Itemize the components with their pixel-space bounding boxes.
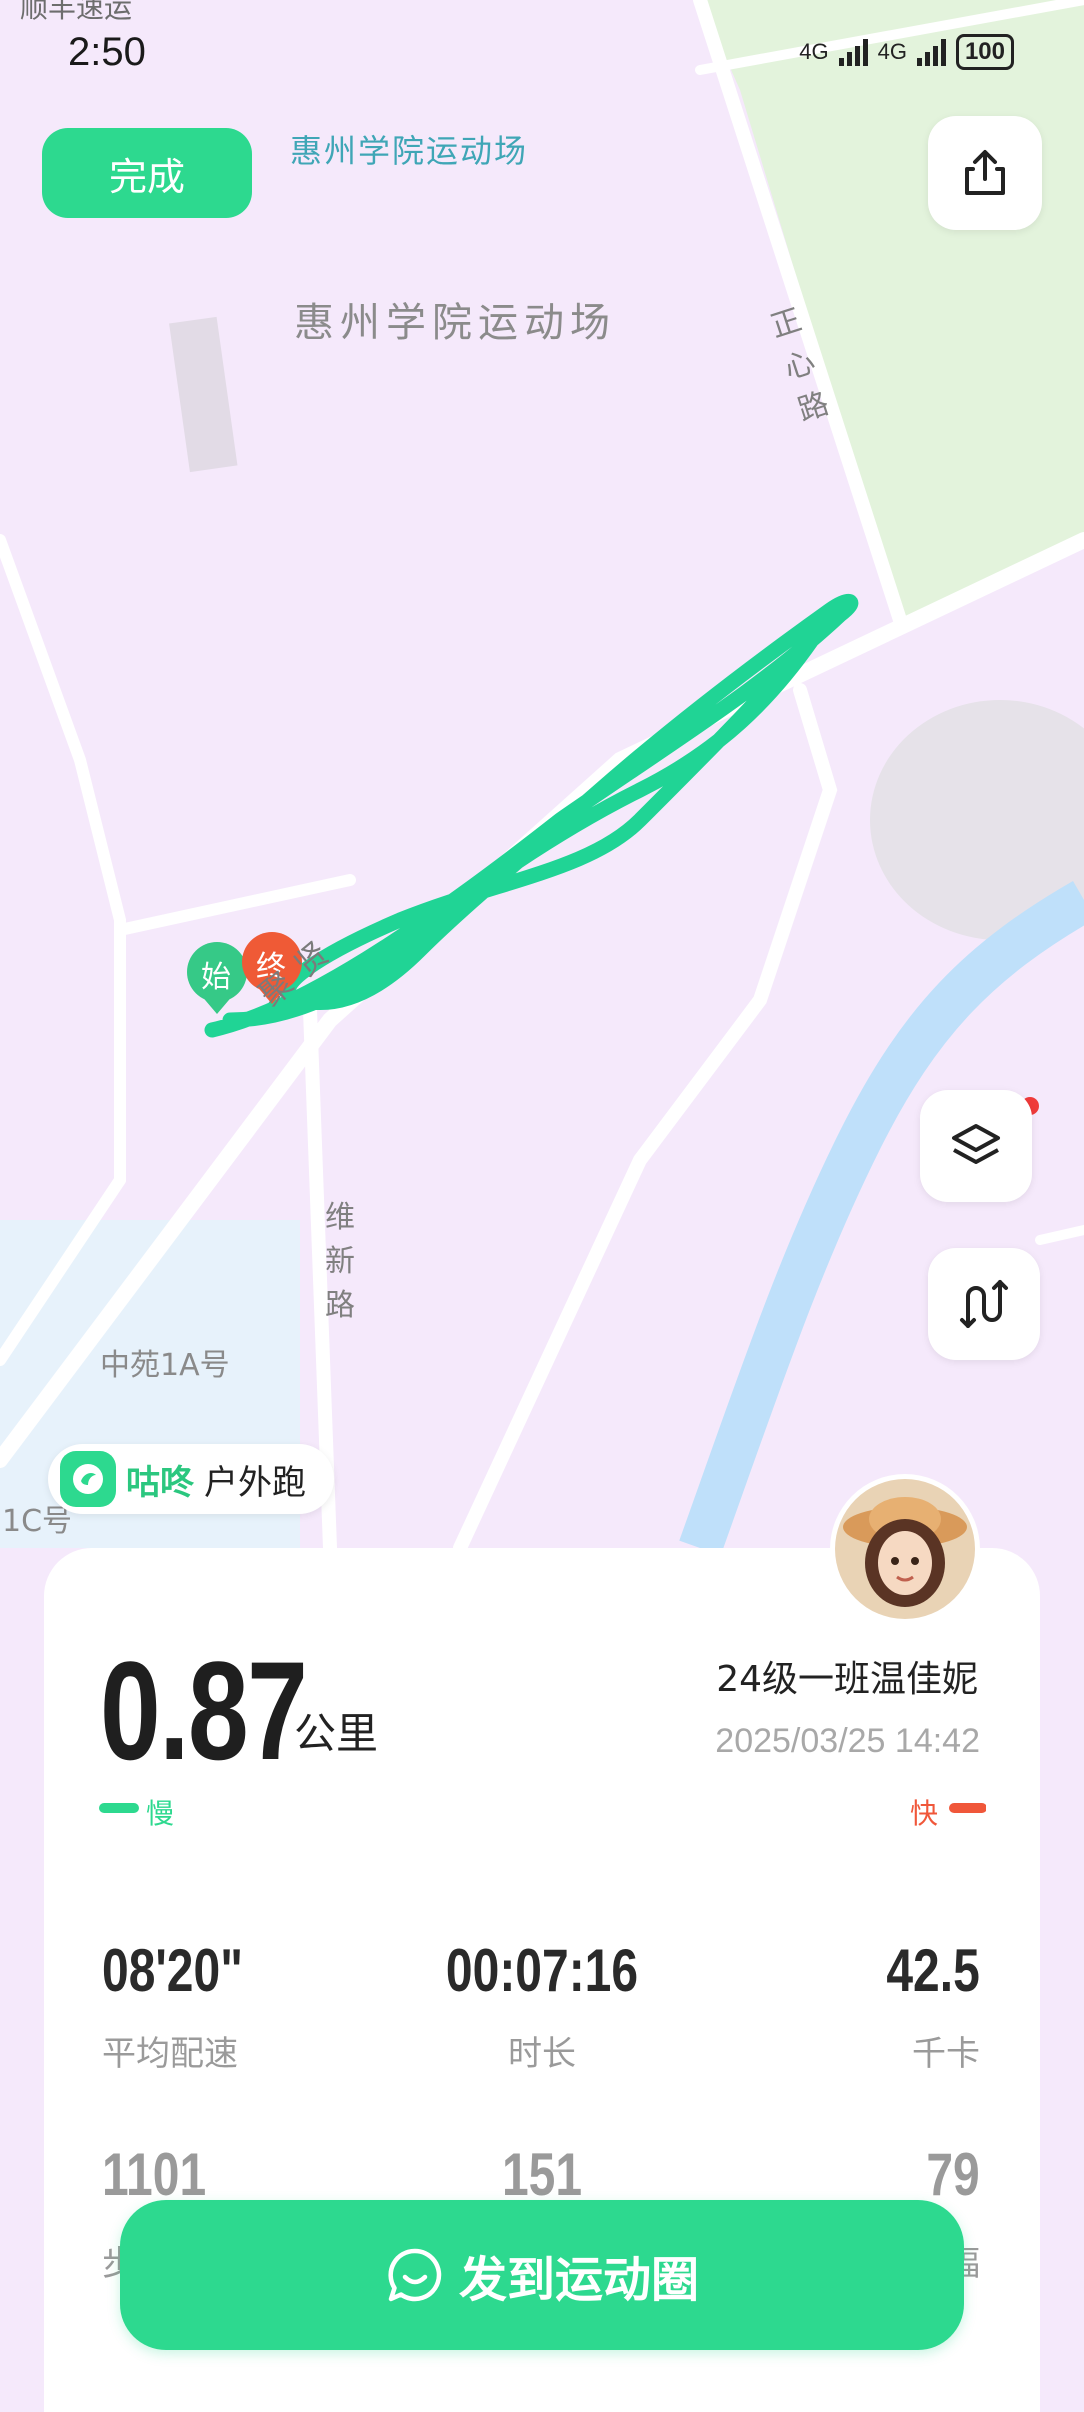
- venue-map-label: 惠州学院运动场: [294, 300, 616, 346]
- run-datetime: 2025/03/25 14:42: [715, 1722, 980, 1760]
- route-icon: [960, 1280, 1008, 1328]
- status-notification-text: 顺丰速运: [20, 0, 133, 24]
- layers-icon: [952, 1124, 1000, 1164]
- avatar-image: [835, 1479, 975, 1619]
- status-indicators: 4G 4G 100: [799, 34, 1014, 70]
- app-name: 咕咚: [126, 1462, 194, 1503]
- distance-unit: 公里: [294, 1709, 379, 1758]
- signal-icon: [916, 38, 946, 66]
- distance-value: 0.87: [100, 1632, 308, 1789]
- route-replay-button[interactable]: [928, 1248, 1040, 1360]
- app-badge: 咕咚 户外跑: [48, 1444, 334, 1514]
- pace-fast-label: 快: [910, 1797, 939, 1830]
- network-label: 4G: [877, 39, 907, 64]
- avatar[interactable]: [830, 1474, 980, 1624]
- stat-cadence-value: 151: [501, 2141, 583, 2208]
- building-label-zhongyuan: 中苑1A号: [100, 1348, 230, 1383]
- gudong-logo-icon: [60, 1451, 116, 1507]
- battery-icon: 100: [955, 34, 1014, 70]
- stat-calories-value: 42.5: [886, 1937, 980, 2004]
- venue-title: 惠州学院运动场: [290, 132, 529, 170]
- map-layers-button[interactable]: [920, 1090, 1032, 1202]
- stat-duration-value: 00:07:16: [445, 1937, 639, 2004]
- start-marker-label: 始: [201, 960, 231, 995]
- stat-duration-label: 时长: [508, 2034, 576, 2074]
- user-name: 24级一班温佳妮: [716, 1659, 978, 1700]
- chat-smile-icon: [388, 2248, 442, 2302]
- network-label: 4G: [799, 39, 829, 64]
- stat-stride-value: 79: [926, 2141, 980, 2208]
- signal-icon: [838, 38, 868, 66]
- stat-pace-value: 08'20": [102, 1937, 243, 2004]
- pace-gradient-bar: [99, 1803, 986, 1813]
- share-button[interactable]: [928, 116, 1042, 230]
- stat-steps-value: 1101: [102, 2141, 207, 2208]
- post-to-feed-label: 发到运动圈: [458, 2252, 699, 2308]
- share-icon: [965, 150, 1005, 195]
- done-button[interactable]: 完成: [42, 128, 252, 218]
- stat-pace-label: 平均配速: [102, 2034, 238, 2074]
- status-time: 2:50: [68, 30, 146, 74]
- road-label-weixin: 维新路: [325, 1200, 355, 1323]
- stat-calories-label: 千卡: [912, 2034, 980, 2074]
- post-to-feed-button[interactable]: 发到运动圈: [120, 2200, 964, 2350]
- sport-type: 户外跑: [204, 1462, 306, 1503]
- pace-slow-label: 慢: [146, 1797, 175, 1830]
